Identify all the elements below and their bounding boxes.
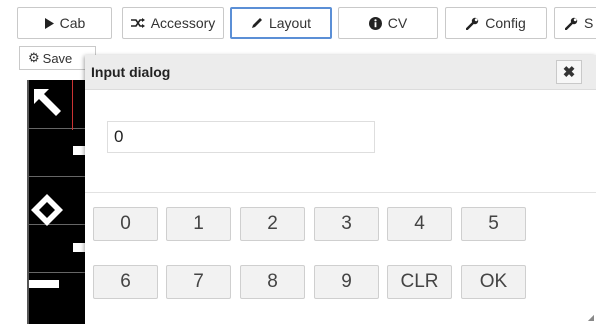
ok-button[interactable]: OK <box>461 265 526 299</box>
arrow-track-icon <box>34 89 61 116</box>
dialog-title: Input dialog <box>91 64 171 80</box>
tab-overflow[interactable]: S <box>554 7 596 39</box>
pencil-icon <box>251 17 263 29</box>
key-2[interactable]: 2 <box>240 207 305 241</box>
key-8[interactable]: 8 <box>240 265 305 299</box>
tab-overflow-label: S <box>584 15 594 31</box>
key-1[interactable]: 1 <box>166 207 231 241</box>
tab-accessory[interactable]: Accessory <box>122 7 224 39</box>
dialog-divider <box>85 192 596 193</box>
close-button[interactable]: ✖ <box>556 60 582 84</box>
resize-grip-icon[interactable]: ◢ <box>588 313 594 322</box>
wrench-icon <box>466 17 479 30</box>
key-0[interactable]: 0 <box>93 207 158 241</box>
track-segment <box>29 280 59 288</box>
tab-layout-label: Layout <box>268 15 312 31</box>
tab-config-label: Config <box>485 15 526 31</box>
key-3[interactable]: 3 <box>314 207 379 241</box>
tab-cab[interactable]: Cab <box>17 7 112 39</box>
shuffle-icon <box>130 17 145 29</box>
play-icon <box>44 17 54 29</box>
tab-layout[interactable]: Layout <box>230 7 332 39</box>
key-6[interactable]: 6 <box>93 265 158 299</box>
gear-icon: ⚙ <box>28 50 40 65</box>
tab-cv[interactable]: CV <box>338 7 438 39</box>
tab-cv-label: CV <box>387 15 408 31</box>
dialog-header: Input dialog ✖ <box>85 55 596 90</box>
close-icon: ✖ <box>562 64 576 81</box>
grid-line <box>29 176 89 177</box>
key-9[interactable]: 9 <box>314 265 379 299</box>
layout-canvas[interactable] <box>27 80 89 324</box>
wrench-icon <box>565 17 578 30</box>
grid-line <box>29 272 89 273</box>
clear-button[interactable]: CLR <box>387 265 452 299</box>
tab-config[interactable]: Config <box>445 7 547 39</box>
input-dialog: Input dialog ✖ 0 1 2 3 4 5 6 7 8 9 CLR O… <box>85 55 596 324</box>
save-button-label: Save <box>42 50 73 66</box>
info-circle-icon <box>368 16 382 30</box>
diamond-track-icon <box>31 194 63 226</box>
key-4[interactable]: 4 <box>387 207 452 241</box>
grid-line <box>29 128 89 129</box>
tab-cab-label: Cab <box>59 15 86 31</box>
value-input[interactable] <box>107 121 375 153</box>
key-5[interactable]: 5 <box>461 207 526 241</box>
tab-accessory-label: Accessory <box>150 15 216 31</box>
selection-outline <box>72 80 73 130</box>
key-7[interactable]: 7 <box>166 265 231 299</box>
